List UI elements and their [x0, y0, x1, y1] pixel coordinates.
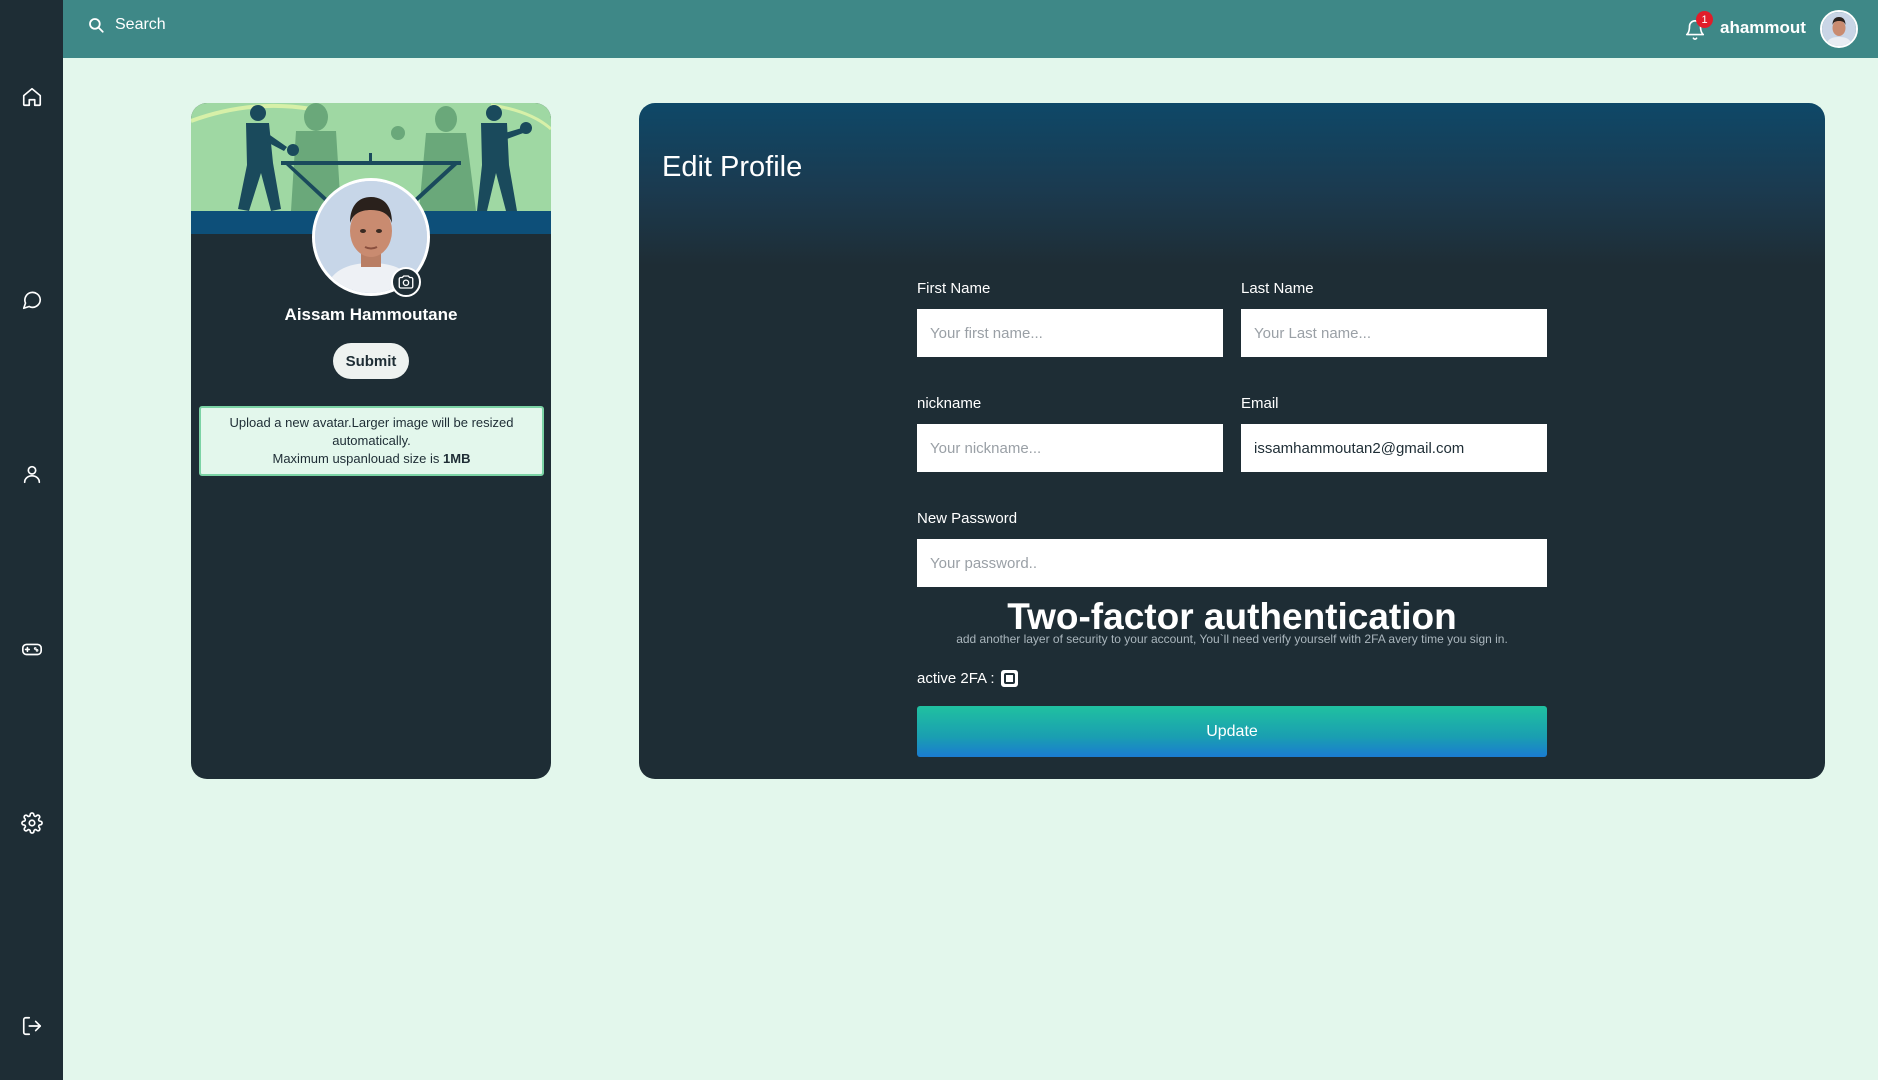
gear-icon — [20, 812, 43, 834]
search-icon — [89, 18, 104, 33]
password-field[interactable] — [917, 539, 1547, 587]
sidebar-item-logout[interactable] — [0, 1004, 63, 1048]
search-placeholder: Search — [115, 16, 166, 33]
first-name-label: First Name — [917, 280, 991, 297]
home-icon — [22, 87, 41, 107]
notification-badge: 1 — [1696, 11, 1713, 28]
sidebar — [0, 0, 63, 1080]
twofa-toggle-label: active 2FA : — [917, 670, 995, 687]
avatar-note-line1: Upload a new avatar.Larger image will be… — [229, 415, 514, 448]
chat-icon — [22, 291, 41, 310]
edit-profile-card: Edit Profile First Name Last Name nickna… — [639, 103, 1825, 779]
sidebar-item-chat[interactable] — [0, 278, 63, 322]
last-name-label: Last Name — [1241, 280, 1314, 297]
top-bar: Search 1 ahammout — [63, 0, 1878, 58]
nickname-label: nickname — [917, 395, 982, 412]
profile-card: Aissam Hammoutane Submit Upload a new av… — [191, 103, 551, 779]
page-title: Edit Profile — [662, 151, 803, 183]
submit-avatar-button[interactable]: Submit — [333, 343, 409, 379]
email-label: Email — [1241, 395, 1279, 412]
change-avatar-button[interactable] — [391, 267, 421, 297]
sidebar-item-game[interactable] — [0, 627, 63, 671]
notifications-button[interactable]: 1 — [1682, 11, 1713, 43]
password-label: New Password — [917, 510, 1018, 527]
twofa-checkbox[interactable] — [1000, 670, 1018, 687]
sidebar-item-home[interactable] — [0, 75, 63, 119]
last-name-field[interactable] — [1241, 309, 1547, 357]
twofa-toggle-row: active 2FA : — [917, 670, 1018, 687]
gamepad-icon — [21, 643, 42, 656]
twofa-description: add another layer of security to your ac… — [956, 632, 1508, 646]
avatar-upload-note: Upload a new avatar.Larger image will be… — [199, 406, 544, 476]
search-input[interactable]: Search — [87, 16, 166, 34]
avatar-max-size: 1MB — [443, 451, 471, 466]
camera-icon — [398, 275, 414, 289]
profile-full-name: Aissam Hammoutane — [284, 305, 458, 324]
nickname-field[interactable] — [917, 424, 1223, 472]
avatar-note-line2: Maximum uspanlouad size is 1MB — [209, 450, 534, 468]
avatar-image — [1822, 12, 1856, 46]
checkbox-box-icon — [1003, 673, 1015, 684]
avatar-note-prefix: Maximum uspanlouad size is — [272, 451, 444, 466]
update-button[interactable]: Update — [917, 706, 1547, 757]
user-icon — [23, 465, 40, 484]
sidebar-item-profile[interactable] — [0, 452, 63, 496]
sidebar-item-settings[interactable] — [0, 801, 63, 845]
email-field[interactable] — [1241, 424, 1547, 472]
logout-icon — [22, 1016, 41, 1036]
first-name-field[interactable] — [917, 309, 1223, 357]
username[interactable]: ahammout — [1720, 18, 1806, 38]
avatar[interactable] — [1820, 10, 1858, 48]
